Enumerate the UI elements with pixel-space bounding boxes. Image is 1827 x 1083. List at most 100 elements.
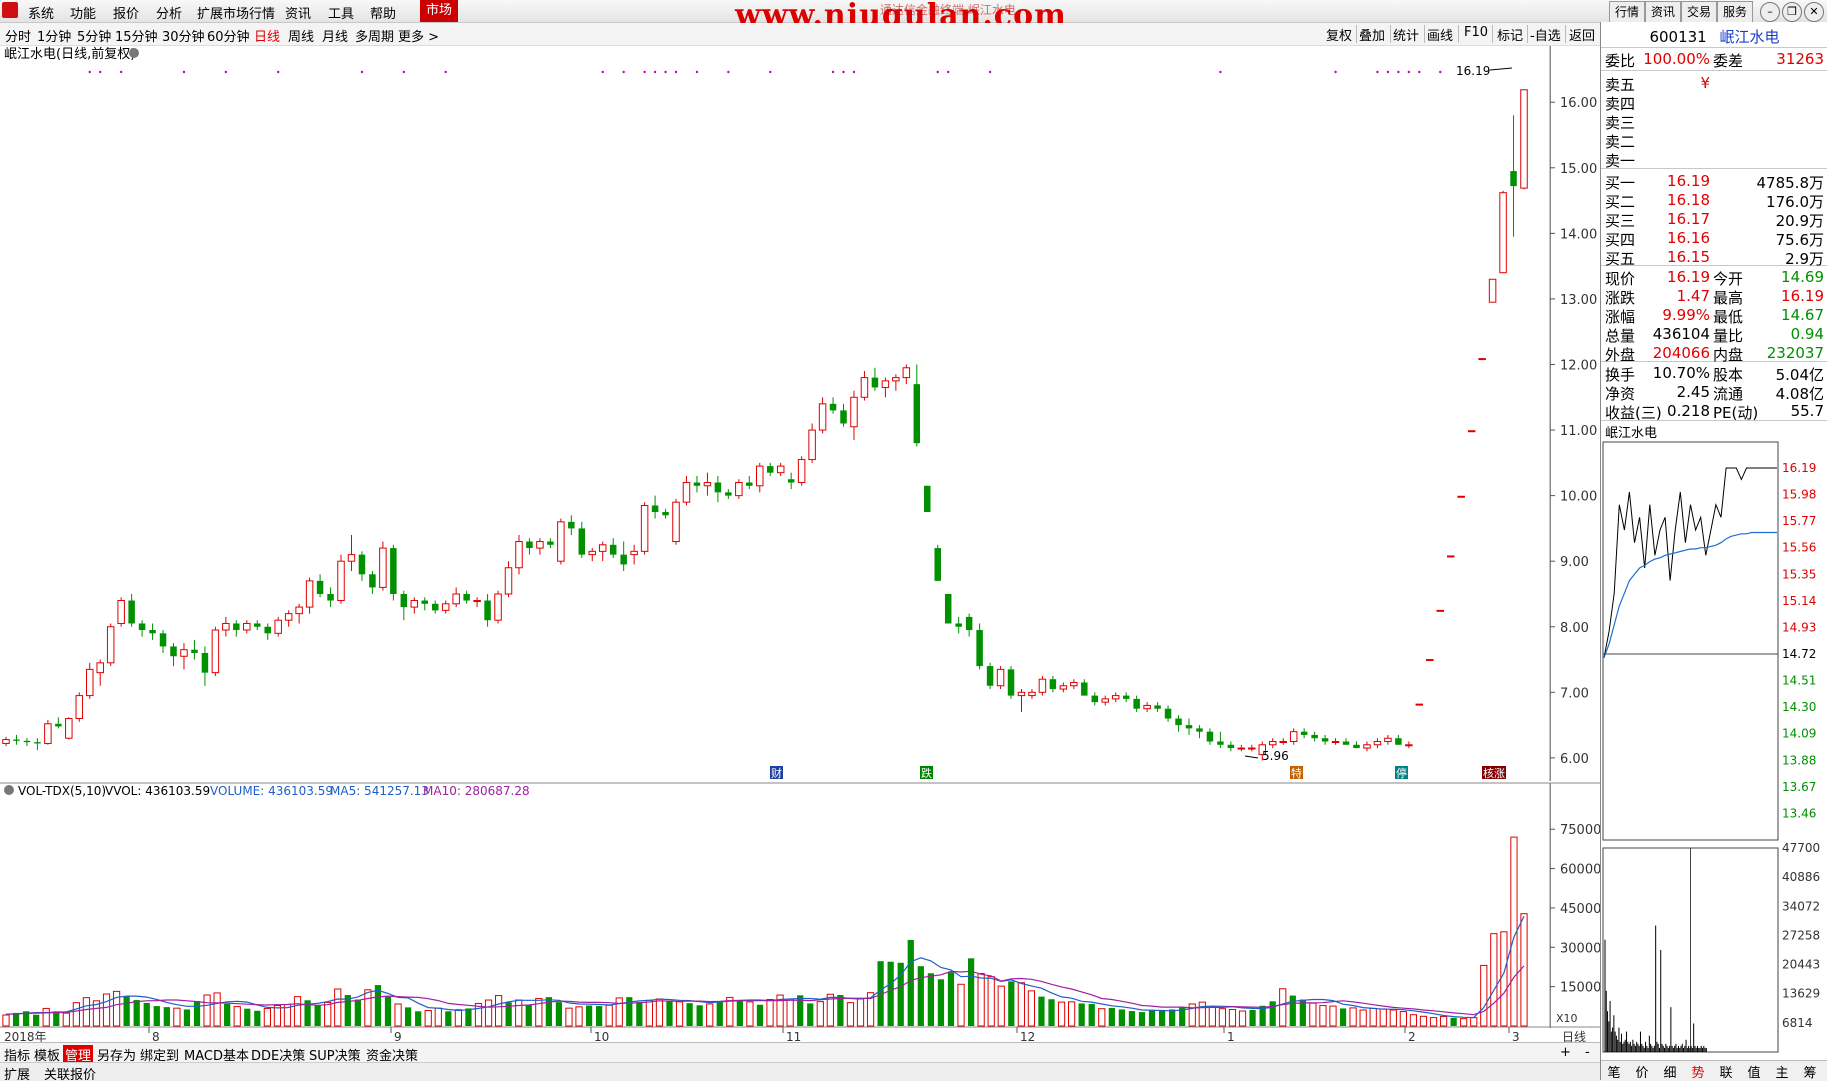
- close-icon[interactable]: ✕: [1804, 2, 1824, 22]
- tool-fuquan[interactable]: 复权: [1326, 25, 1352, 44]
- top-quote-button[interactable]: 行情: [1609, 1, 1645, 23]
- volume-bar: [807, 1003, 814, 1026]
- side-tab-chou[interactable]: 筹: [1797, 1062, 1823, 1081]
- candle: [191, 649, 198, 653]
- tool-draw[interactable]: 画线: [1427, 25, 1453, 44]
- signal-dot: [1397, 70, 1400, 74]
- volume-bar: [263, 1007, 271, 1027]
- period-monthly[interactable]: 月线: [322, 26, 348, 45]
- tool-watchlist[interactable]: -自选: [1530, 25, 1561, 44]
- period-multi[interactable]: 多周期: [355, 26, 394, 45]
- top-trade-button[interactable]: 交易: [1681, 1, 1717, 23]
- menu-news[interactable]: 资讯: [285, 3, 311, 22]
- tool-overlay[interactable]: 叠加: [1359, 25, 1385, 44]
- period-fenshi[interactable]: 分时: [5, 26, 31, 45]
- zoom-in-button[interactable]: +: [1560, 1045, 1571, 1060]
- volume-chart-panel[interactable]: VOL-TDX(5,10) VVOL: 436103.59 VOLUME: 43…: [0, 782, 1601, 1044]
- menu-ext-market[interactable]: 扩展市场行情: [197, 3, 275, 22]
- volume-bar: [1118, 1009, 1125, 1026]
- menu-quote[interactable]: 报价: [113, 3, 139, 22]
- side-tab-bi[interactable]: 笔: [1601, 1062, 1627, 1081]
- fund-row-2-label: 收益(三): [1605, 404, 1662, 422]
- period-5min[interactable]: 5分钟: [77, 26, 111, 45]
- volume-bar: [1008, 981, 1015, 1026]
- signal-dot: [1334, 70, 1337, 74]
- period-30min[interactable]: 30分钟: [162, 26, 205, 45]
- high-price-label: 16.19: [1456, 64, 1490, 78]
- side-tab-jia[interactable]: 价: [1629, 1062, 1655, 1081]
- side-tab-zhu[interactable]: 主: [1769, 1062, 1795, 1081]
- top-service-button[interactable]: 服务: [1717, 1, 1753, 23]
- tool-mark[interactable]: 标记: [1497, 25, 1523, 44]
- chevron-down-icon[interactable]: [4, 785, 14, 795]
- minimize-icon[interactable]: –: [1760, 2, 1780, 22]
- period-1min[interactable]: 1分钟: [37, 26, 71, 45]
- sell-row-5[interactable]: 卖五 ¥: [1601, 74, 1827, 94]
- vol-indicator-name[interactable]: VOL-TDX(5,10): [18, 784, 106, 798]
- menu-help[interactable]: 帮助: [370, 3, 396, 22]
- menu-tools[interactable]: 工具: [328, 3, 354, 22]
- buy-row-2[interactable]: 买二 16.18 176.0万: [1601, 191, 1827, 211]
- mini-y-label: 15.56: [1782, 541, 1816, 555]
- chevron-down-icon[interactable]: [129, 48, 139, 58]
- volume-bar: [324, 1001, 332, 1027]
- top-news-button[interactable]: 资讯: [1645, 1, 1681, 23]
- side-tab-lian[interactable]: 联: [1713, 1062, 1739, 1081]
- tool-back[interactable]: 返回: [1569, 25, 1595, 44]
- quote-row-1[interactable]: 涨跌 1.47 最高 16.19: [1601, 287, 1827, 307]
- fund-row-1[interactable]: 净资 2.45 流通 4.08亿: [1601, 383, 1827, 403]
- zoom-out-button[interactable]: -: [1585, 1045, 1590, 1060]
- kline-chart-panel[interactable]: 6.00 7.00 8.00 9.00 10.00 11.00 12.00 13.00 14.0…: [0, 46, 1597, 781]
- side-tab-xi[interactable]: 细: [1657, 1062, 1683, 1081]
- candle: [1206, 731, 1214, 742]
- tool-stats[interactable]: 统计: [1393, 25, 1419, 44]
- candle: [588, 550, 597, 556]
- signal-dot: [727, 70, 730, 74]
- sell-row-3[interactable]: 卖三: [1601, 112, 1827, 132]
- tool-f10[interactable]: F10: [1464, 25, 1488, 40]
- app-logo-icon[interactable]: [2, 2, 18, 18]
- divider: [1601, 70, 1827, 71]
- candle: [578, 528, 586, 555]
- candle: [703, 482, 712, 487]
- quote-row-4[interactable]: 外盘 204066 内盘 232037: [1601, 344, 1827, 364]
- mini-y-label: 14.93: [1782, 620, 1816, 634]
- quote-row-2[interactable]: 涨幅 9.99% 最低 14.67: [1601, 306, 1827, 326]
- sell-row-4[interactable]: 卖四: [1601, 93, 1827, 113]
- menu-system[interactable]: 系统: [28, 3, 54, 22]
- menu-function[interactable]: 功能: [70, 3, 96, 22]
- buy-row-5-label: 买五: [1605, 250, 1636, 268]
- menu-analysis[interactable]: 分析: [156, 3, 182, 22]
- intraday-mini-chart[interactable]: 16.19 15.98 15.77 15.56 15.35 15.14 14.93 14.72…: [1601, 440, 1827, 1060]
- period-more[interactable]: 更多 >: [398, 26, 439, 45]
- fund-row-2[interactable]: 收益(三) 0.218 PE(动) 55.7: [1601, 402, 1827, 422]
- buy-row-5[interactable]: 买五 16.15 2.9万: [1601, 248, 1827, 268]
- buy-row-3[interactable]: 买三 16.17 20.9万: [1601, 210, 1827, 230]
- fund-row-0[interactable]: 换手 10.70% 股本 5.04亿: [1601, 364, 1827, 384]
- mini-y-label: 16.19: [1782, 461, 1816, 475]
- mini-vol-label: 34072: [1782, 899, 1820, 913]
- buy-row-2-value: 176.0万: [1766, 193, 1824, 211]
- footer-extend[interactable]: 扩展: [4, 1064, 30, 1083]
- signal-dot: [664, 70, 667, 74]
- sell-row-1[interactable]: 卖一: [1601, 150, 1827, 170]
- side-tab-shi[interactable]: 势: [1685, 1062, 1711, 1081]
- buy-row-1[interactable]: 买一 16.19 4785.8万: [1601, 172, 1827, 192]
- period-60min[interactable]: 60分钟: [207, 26, 250, 45]
- market-button[interactable]: 市场: [420, 0, 458, 22]
- volume-bar: [636, 1001, 643, 1026]
- kline-chart[interactable]: 6.00 7.00 8.00 9.00 10.00 11.00 12.00 13.00 14.0…: [0, 46, 1600, 781]
- side-tab-zhi[interactable]: 值: [1741, 1062, 1767, 1081]
- period-15min[interactable]: 15分钟: [115, 26, 158, 45]
- restore-icon[interactable]: ❐: [1782, 2, 1802, 22]
- candle: [892, 377, 900, 382]
- buy-row-4[interactable]: 买四 16.16 75.6万: [1601, 229, 1827, 249]
- volume-chart[interactable]: VOL-TDX(5,10) VVOL: 436103.59 VOLUME: 43…: [0, 782, 1601, 1044]
- quote-row-0[interactable]: 现价 16.19 今开 14.69: [1601, 268, 1827, 288]
- period-daily[interactable]: 日线: [254, 26, 280, 45]
- signal-dot: [1386, 70, 1390, 74]
- footer-related-quote[interactable]: 关联报价: [44, 1064, 96, 1083]
- period-weekly[interactable]: 周线: [288, 26, 314, 45]
- sell-row-2[interactable]: 卖二: [1601, 131, 1827, 151]
- quote-row-3[interactable]: 总量 436104 量比 0.94: [1601, 325, 1827, 345]
